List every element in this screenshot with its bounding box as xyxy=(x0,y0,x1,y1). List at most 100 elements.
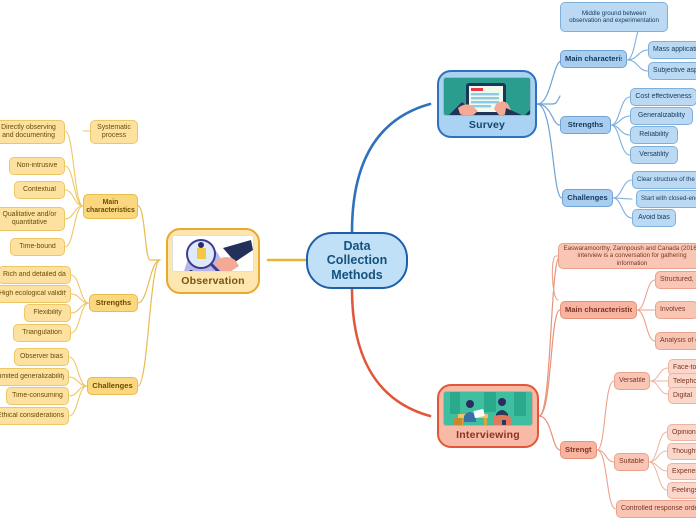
interviewing-leaf-telephone-label: Telephone xyxy=(673,377,696,385)
survey-leaf-clear-structure-label: Clear structure of the questionnaire xyxy=(637,176,696,184)
observation-leaf-flexibility-label: Flexibility xyxy=(33,309,62,317)
observation-group-challenges-label: Challenges xyxy=(92,381,133,390)
survey-group-challenges[interactable]: Challenges xyxy=(562,189,613,207)
interviewing-leaf-thoughts-label: Thoughts xyxy=(672,447,696,455)
survey-leaf-generalizability-label: Generalizability xyxy=(637,112,686,120)
survey-group-main-characteristics[interactable]: Main characteristics xyxy=(560,50,627,68)
interviewing-leaf-suitable[interactable]: Suitable xyxy=(614,453,649,471)
survey-leaf-reliability-label: Reliability xyxy=(639,131,669,139)
interviewing-leaf-face-to-face-label: Face-to-face xyxy=(673,363,696,371)
interviewing-leaf-opinions-label: Opinions xyxy=(672,428,696,436)
interviewing-group-strengths[interactable]: Strengths xyxy=(560,441,597,459)
interviewing-leaf-versatile-label: Versatile xyxy=(619,377,645,385)
observation-leaf-rich-detailed-data-label: Rich and detailed data xyxy=(3,271,66,279)
observation-leaf-limited-generalizability[interactable]: Limited generalizability xyxy=(0,368,69,386)
survey-leaf-avoid-bias[interactable]: Avoid bias xyxy=(632,209,676,227)
observation-leaf-observer-bias[interactable]: Observer bias xyxy=(14,348,69,366)
mindmap-canvas: Data Collection Methods Survey Main char xyxy=(0,0,696,520)
observation-group-strengths-label: Strengths xyxy=(95,298,132,307)
central-node-label: Data Collection Methods xyxy=(326,238,388,282)
observation-leaf-non-intrusive-label: Non-intrusive xyxy=(16,162,58,170)
survey-group-strengths[interactable]: Strengths xyxy=(560,116,611,134)
interviewing-leaf-controlled-response-order[interactable]: Controlled response order xyxy=(616,500,696,518)
observation-leaf-high-ecological-validity-label: High ecological validity xyxy=(0,290,66,298)
observation-leaf-time-bound[interactable]: Time-bound xyxy=(10,238,65,256)
topic-interviewing[interactable]: Interviewing xyxy=(437,384,539,448)
survey-leaf-cost-effectiveness[interactable]: Cost effectiveness xyxy=(630,88,696,106)
observation-group-main-characteristics-label: Main characteristics xyxy=(86,198,135,214)
observation-leaf-flexibility[interactable]: Flexibility xyxy=(24,304,71,322)
survey-leaf-avoid-bias-label: Avoid bias xyxy=(638,214,670,222)
observation-leaf-rich-detailed-data[interactable]: Rich and detailed data xyxy=(0,266,71,284)
interviewing-leaf-structured-semi[interactable]: Structured, semi-structured xyxy=(655,271,696,289)
survey-group-strengths-label: Strengths xyxy=(567,120,604,129)
observation-leaf-ethical-considerations-label: Ethical considerations xyxy=(0,412,64,420)
interviewing-leaf-opinions[interactable]: Opinions xyxy=(667,424,696,441)
survey-leaf-reliability[interactable]: Reliability xyxy=(630,126,678,144)
interviewing-leaf-controlled-response-order-label: Controlled response order xyxy=(621,505,696,513)
interviewing-leaf-thoughts[interactable]: Thoughts xyxy=(667,443,696,460)
survey-leaf-middle-ground-label: Middle ground between observation and ex… xyxy=(569,9,659,24)
observation-leaf-qualitative-quantitative-label: Qualitative and/or quantitative xyxy=(2,211,57,226)
survey-leaf-versatility[interactable]: Versatility xyxy=(630,146,678,164)
observation-leaf-high-ecological-validity[interactable]: High ecological validity xyxy=(0,285,71,303)
interviewing-scene-icon xyxy=(443,391,533,426)
interviewing-leaf-experiences-label: Experiences xyxy=(672,467,696,475)
interviewing-group-main-characteristics[interactable]: Main characteristics xyxy=(560,301,637,319)
observation-leaf-triangulation-label: Triangulation xyxy=(22,329,62,337)
interviewing-citation[interactable]: Easwaramoorthy, Zarinpoush and Canada (2… xyxy=(558,243,696,269)
interviewing-leaf-digital-label: Digital xyxy=(673,391,693,399)
interviewing-citation-text: Easwaramoorthy, Zarinpoush and Canada (2… xyxy=(563,245,696,267)
interviewing-leaf-versatile[interactable]: Versatile xyxy=(614,372,650,390)
interviewing-group-strengths-label: Strengths xyxy=(565,445,592,454)
interviewing-group-main-characteristics-label: Main characteristics xyxy=(565,305,632,314)
survey-leaf-start-closed-ended[interactable]: Start with closed-ended questions xyxy=(636,190,696,208)
survey-leaf-subjective-aspects[interactable]: Subjective aspects xyxy=(648,62,696,80)
observation-leaf-ethical-considerations[interactable]: Ethical considerations xyxy=(0,407,69,425)
interviewing-leaf-involves-label: Involves xyxy=(660,306,686,314)
observation-leaf-directly-observing-label: Directly observing and documenting xyxy=(1,124,56,139)
survey-group-challenges-label: Challenges xyxy=(567,193,608,202)
observation-leaf-qualitative-quantitative[interactable]: Qualitative and/or quantitative xyxy=(0,207,65,231)
interviewing-leaf-experiences[interactable]: Experiences xyxy=(667,463,696,480)
observation-leaf-contextual[interactable]: Contextual xyxy=(14,181,65,199)
survey-leaf-start-closed-ended-label: Start with closed-ended questions xyxy=(641,195,696,203)
survey-leaf-versatility-label: Versatility xyxy=(639,151,669,159)
survey-leaf-clear-structure[interactable]: Clear structure of the questionnaire xyxy=(632,171,696,189)
interviewing-leaf-suitable-label: Suitable xyxy=(619,458,644,466)
observation-leaf-limited-generalizability-label: Limited generalizability xyxy=(0,373,64,381)
interviewing-leaf-structured-semi-label: Structured, semi-structured xyxy=(660,276,696,284)
interviewing-leaf-feelings-label: Feelings xyxy=(672,486,696,494)
observation-leaf-directly-observing[interactable]: Directly observing and documenting xyxy=(0,120,65,144)
observation-leaf-systematic-process[interactable]: Systematic process xyxy=(90,120,138,144)
topic-survey[interactable]: Survey xyxy=(437,70,537,138)
interviewing-leaf-analysis-of-data-label: Analysis of data xyxy=(660,337,696,345)
interviewing-leaf-digital[interactable]: Digital xyxy=(668,387,696,404)
observation-leaf-systematic-process-label: Systematic process xyxy=(97,124,131,139)
topic-observation-label: Observation xyxy=(181,274,245,287)
topic-survey-label: Survey xyxy=(468,118,506,131)
observation-leaf-non-intrusive[interactable]: Non-intrusive xyxy=(9,157,65,175)
observation-magnifier-icon xyxy=(172,235,254,272)
interviewing-leaf-feelings[interactable]: Feelings xyxy=(667,482,696,499)
survey-group-main-characteristics-label: Main characteristics xyxy=(565,54,622,63)
observation-leaf-time-consuming[interactable]: Time-consuming xyxy=(6,387,69,405)
survey-leaf-generalizability[interactable]: Generalizability xyxy=(630,107,693,125)
observation-leaf-observer-bias-label: Observer bias xyxy=(20,353,63,361)
topic-observation[interactable]: Observation xyxy=(166,228,260,294)
survey-leaf-mass-application-label: Mass application xyxy=(653,46,696,54)
observation-leaf-time-consuming-label: Time-consuming xyxy=(12,392,63,400)
observation-group-main-characteristics[interactable]: Main characteristics xyxy=(83,194,138,219)
interviewing-leaf-involves[interactable]: Involves xyxy=(655,301,696,319)
observation-leaf-triangulation[interactable]: Triangulation xyxy=(13,324,71,342)
observation-leaf-contextual-label: Contextual xyxy=(23,186,56,194)
observation-group-strengths[interactable]: Strengths xyxy=(89,294,138,312)
survey-leaf-subjective-aspects-label: Subjective aspects xyxy=(653,67,696,75)
interviewing-leaf-analysis-of-data[interactable]: Analysis of data xyxy=(655,332,696,350)
survey-tablet-icon xyxy=(443,77,531,116)
survey-leaf-middle-ground[interactable]: Middle ground between observation and ex… xyxy=(560,2,668,32)
central-node[interactable]: Data Collection Methods xyxy=(306,232,408,289)
observation-group-challenges[interactable]: Challenges xyxy=(87,377,138,395)
survey-leaf-mass-application[interactable]: Mass application xyxy=(648,41,696,59)
topic-interviewing-label: Interviewing xyxy=(456,428,520,441)
